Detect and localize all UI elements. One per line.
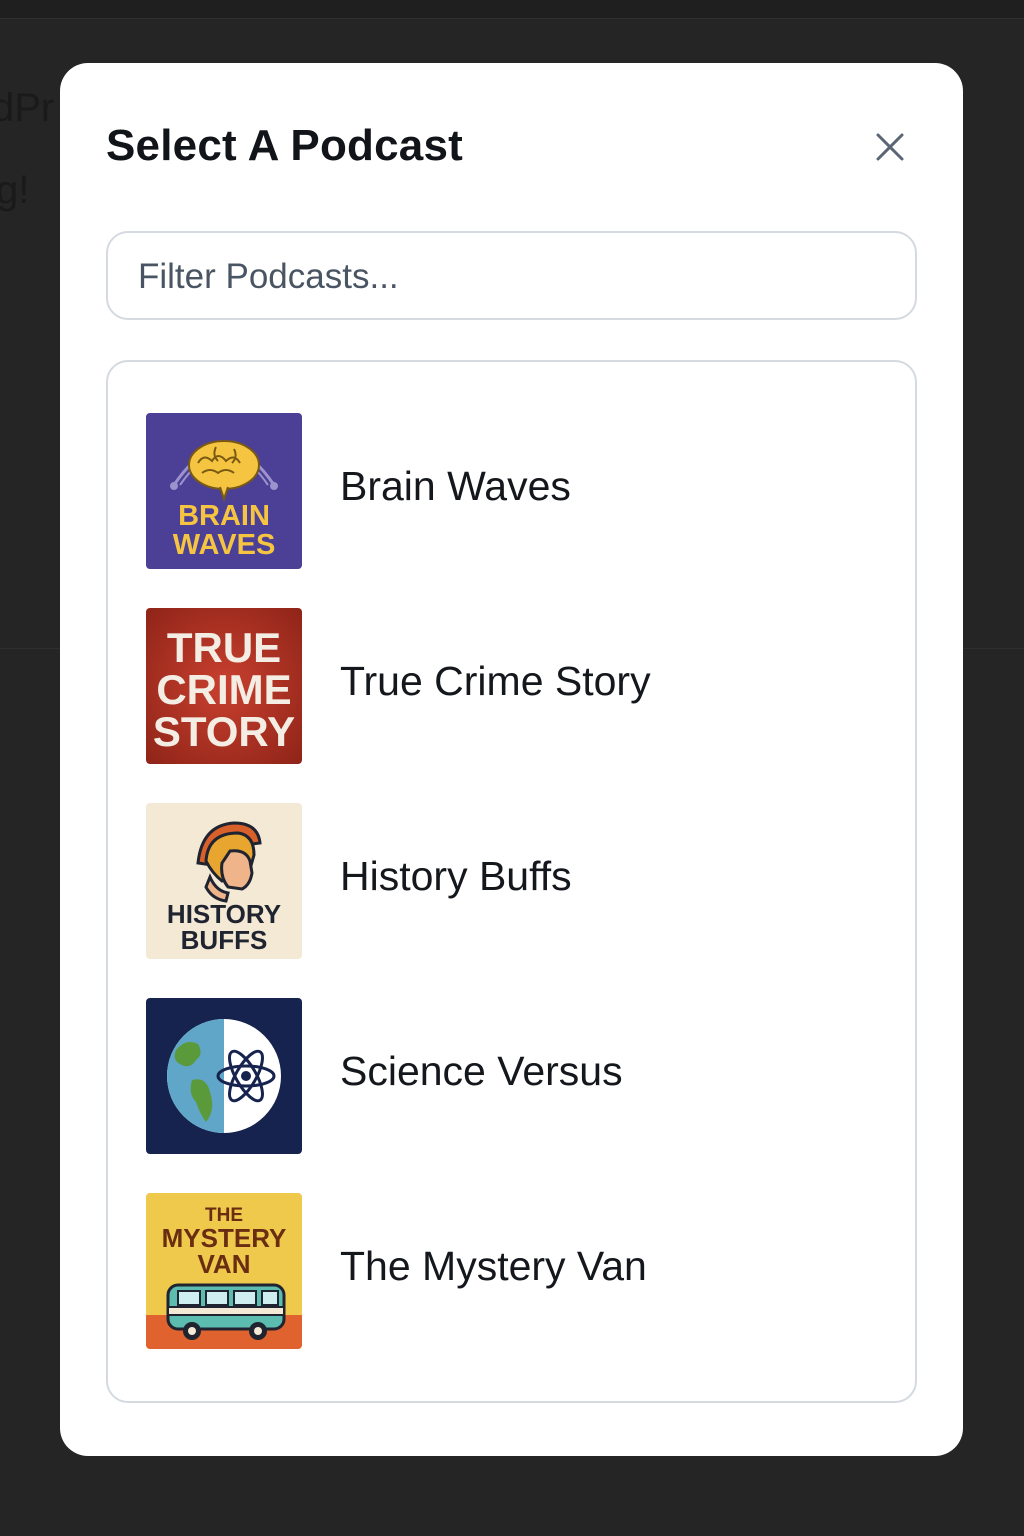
- podcast-name: True Crime Story: [340, 658, 651, 704]
- podcast-art-the-mystery-van: THE MYSTERY VAN: [146, 1193, 302, 1349]
- podcast-name: Science Versus: [340, 1048, 623, 1094]
- podcast-item-true-crime-story[interactable]: TRUE CRIME STORY True Crime Story: [146, 608, 876, 764]
- close-button[interactable]: [868, 125, 912, 169]
- filter-podcasts-field[interactable]: [106, 231, 917, 320]
- filter-podcasts-input[interactable]: [136, 233, 890, 320]
- svg-text:BRAIN: BRAIN: [178, 500, 270, 532]
- svg-text:CRIME: CRIME: [156, 666, 291, 713]
- brain-icon: BRAIN WAVES: [146, 413, 302, 569]
- podcast-name: Brain Waves: [340, 463, 571, 509]
- podcast-item-the-mystery-van[interactable]: THE MYSTERY VAN The Mystery Van: [146, 1193, 876, 1349]
- svg-text:VAN: VAN: [198, 1249, 251, 1279]
- svg-text:WAVES: WAVES: [173, 529, 276, 561]
- svg-text:STORY: STORY: [153, 708, 295, 755]
- spartan-helmet-icon: HISTORY BUFFS: [146, 803, 302, 959]
- van-icon: THE MYSTERY VAN: [146, 1193, 302, 1349]
- earth-atom-icon: [146, 998, 302, 1154]
- modal-title: Select A Podcast: [106, 121, 463, 170]
- svg-text:BUFFS: BUFFS: [181, 925, 268, 955]
- close-icon: [876, 133, 904, 161]
- background-text-line-2: g!: [0, 168, 30, 212]
- podcast-art-history-buffs: HISTORY BUFFS: [146, 803, 302, 959]
- podcast-list: BRAIN WAVES Brain Waves TRUE CRIME STORY…: [106, 360, 917, 1403]
- podcast-item-science-versus[interactable]: Science Versus: [146, 998, 876, 1154]
- background-text-line-1: dPr: [0, 86, 55, 130]
- podcast-item-brain-waves[interactable]: BRAIN WAVES Brain Waves: [146, 413, 876, 569]
- select-podcast-modal: Select A Podcast BRAIN: [60, 63, 963, 1456]
- svg-text:TRUE: TRUE: [167, 624, 281, 671]
- podcast-name: The Mystery Van: [340, 1243, 647, 1289]
- podcast-item-history-buffs[interactable]: HISTORY BUFFS History Buffs: [146, 803, 876, 959]
- podcast-art-brain-waves: BRAIN WAVES: [146, 413, 302, 569]
- page-top-bar: [0, 0, 1024, 19]
- podcast-art-true-crime-story: TRUE CRIME STORY: [146, 608, 302, 764]
- podcast-name: History Buffs: [340, 853, 572, 899]
- podcast-art-science-versus: [146, 998, 302, 1154]
